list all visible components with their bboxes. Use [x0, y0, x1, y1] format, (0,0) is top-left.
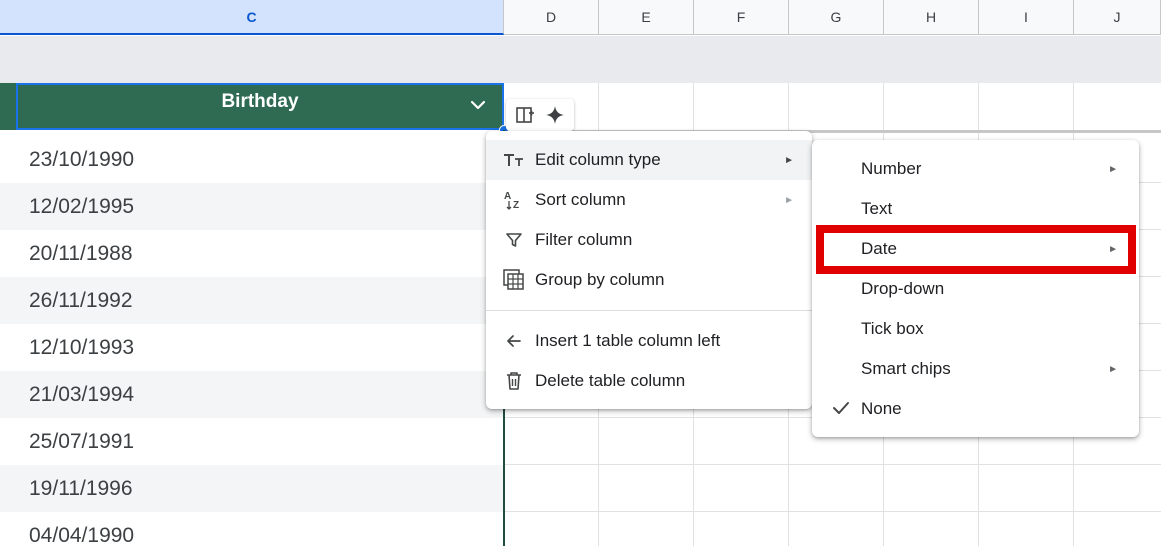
submenu-item-label: Number [861, 159, 922, 178]
sparkle-icon[interactable] [543, 103, 567, 127]
submenu-item-none[interactable]: None [812, 389, 1139, 429]
submenu-item-smart-chips[interactable]: Smart chips ► [812, 349, 1139, 389]
column-context-menu: Edit column type ► AZ Sort column ► Filt… [486, 131, 812, 409]
table-title-band [0, 36, 1161, 83]
column-header-label: Birthday [221, 91, 299, 112]
menu-item-label: Edit column type [535, 150, 661, 169]
table-row[interactable]: 12/10/1993 [0, 324, 504, 371]
table-row[interactable]: 04/04/1990 [0, 512, 504, 546]
text-type-icon [502, 148, 526, 172]
submenu-item-text[interactable]: Text [812, 189, 1139, 229]
submenu-arrow-icon: ► [784, 194, 794, 206]
submenu-item-date[interactable]: Date ► [812, 229, 1139, 269]
column-header-j[interactable]: J [1074, 0, 1161, 35]
submenu-item-label: Smart chips [861, 359, 951, 378]
column-header-d[interactable]: D [504, 0, 599, 35]
submenu-item-number[interactable]: Number ► [812, 149, 1139, 189]
menu-item-label: Group by column [535, 270, 665, 289]
table-row[interactable]: 26/11/1992 [0, 277, 504, 324]
menu-item-label: Filter column [535, 230, 633, 249]
menu-item-group-by-column[interactable]: Group by column [486, 260, 812, 300]
menu-item-filter-column[interactable]: Filter column [486, 220, 812, 260]
menu-item-sort-column[interactable]: AZ Sort column ► [486, 180, 812, 220]
menu-item-edit-column-type[interactable]: Edit column type ► [486, 140, 812, 180]
submenu-arrow-icon: ► [1108, 163, 1118, 175]
submenu-item-label: Drop-down [861, 279, 945, 298]
chevron-down-icon[interactable] [468, 95, 488, 115]
submenu-item-label: Text [861, 199, 893, 218]
menu-separator [486, 310, 812, 311]
menu-item-label: Delete table column [535, 371, 686, 390]
table-row[interactable]: 20/11/1988 [0, 230, 504, 277]
arrow-left-icon [502, 329, 526, 353]
column-header-g[interactable]: G [789, 0, 884, 35]
menu-item-label: Sort column [535, 190, 626, 209]
column-header-e[interactable]: E [599, 0, 694, 35]
sort-az-icon: AZ [502, 188, 526, 212]
submenu-arrow-icon: ► [784, 154, 794, 166]
submenu-arrow-icon: ► [1108, 363, 1118, 375]
menu-item-delete-column[interactable]: Delete table column [486, 361, 812, 401]
table-header-left-edge [0, 83, 16, 130]
column-header-i[interactable]: I [979, 0, 1074, 35]
svg-text:A: A [504, 191, 511, 202]
table-row[interactable]: 23/10/1990 [0, 136, 504, 183]
submenu-item-label: Date [861, 239, 897, 258]
column-type-submenu: Number ► Text Date ► Drop-down Tick box … [812, 140, 1139, 437]
column-header-c[interactable]: C [0, 0, 504, 35]
menu-item-insert-column-left[interactable]: Insert 1 table column left [486, 321, 812, 361]
table-row[interactable]: 12/02/1995 [0, 183, 504, 230]
submenu-item-tick-box[interactable]: Tick box [812, 309, 1139, 349]
column-header-h[interactable]: H [884, 0, 979, 35]
submenu-arrow-icon: ► [1108, 243, 1118, 255]
submenu-item-label: None [861, 399, 902, 418]
checkmark-icon [831, 398, 851, 418]
spreadsheet-viewport: C D E F G H I J Birthday 23/10/1990 12/0… [0, 0, 1161, 546]
table-row[interactable]: 25/07/1991 [0, 418, 504, 465]
submenu-item-label: Tick box [861, 319, 924, 338]
table-row[interactable]: 19/11/1996 [0, 465, 504, 512]
column-layout-icon[interactable] [513, 103, 537, 127]
submenu-item-drop-down[interactable]: Drop-down [812, 269, 1139, 309]
menu-item-label: Insert 1 table column left [535, 331, 721, 350]
column-header-f[interactable]: F [694, 0, 789, 35]
filter-icon [502, 228, 526, 252]
table-column-header-birthday[interactable]: Birthday [16, 83, 504, 130]
svg-text:Z: Z [513, 200, 519, 211]
table-row[interactable]: 21/03/1994 [0, 371, 504, 418]
group-table-icon [502, 268, 526, 292]
trash-icon [502, 369, 526, 393]
column-toolbar [506, 99, 574, 131]
